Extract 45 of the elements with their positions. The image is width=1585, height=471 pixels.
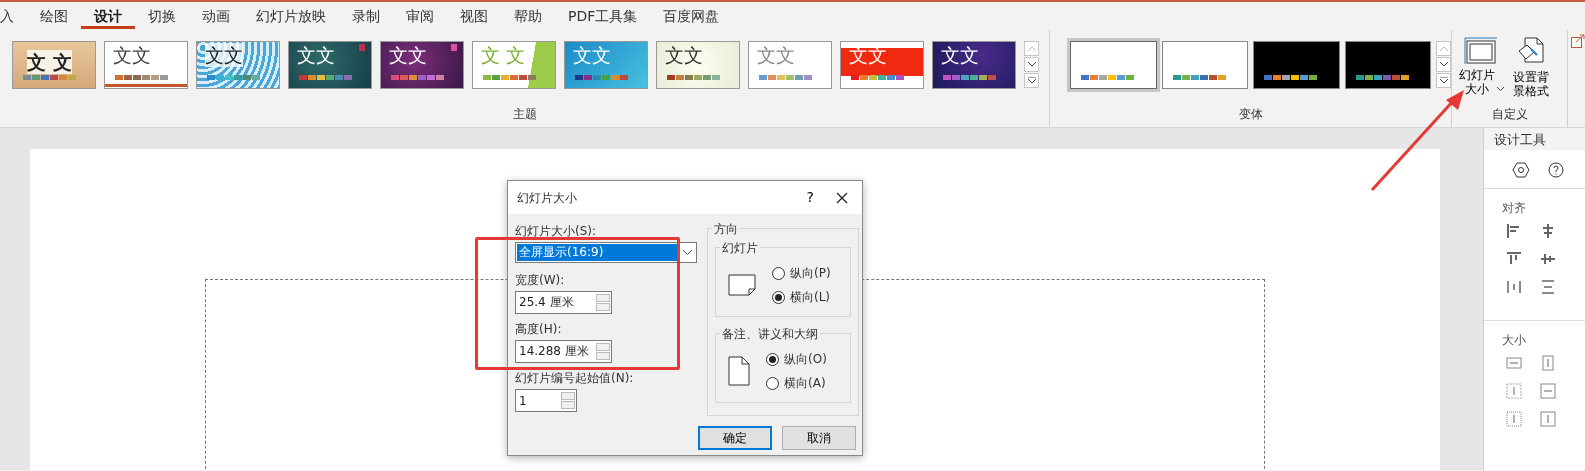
group-label: 主题 <box>512 106 537 123</box>
dialog-title: 幻灯片大小 <box>517 189 578 207</box>
dialog-button[interactable]: 确定 <box>698 426 772 450</box>
ribbon-tab[interactable]: 绘图 <box>27 2 81 30</box>
theme-thumbnail[interactable]: 文文 <box>288 41 372 89</box>
group-title: 备注、讲义和大纲 <box>720 325 820 343</box>
ribbon-tab[interactable]: 动画 <box>189 2 243 30</box>
group-title: 方向 <box>712 220 740 238</box>
ribbon-tab[interactable]: 入 <box>0 2 27 30</box>
ribbon-tab[interactable]: 视图 <box>447 2 501 30</box>
size-dropdown[interactable]: 全屏显示(16:9) <box>515 242 697 263</box>
ribbon-tab[interactable]: 审阅 <box>393 2 447 30</box>
dialog-button[interactable]: 取消 <box>782 426 856 450</box>
radio-option[interactable]: 纵向(O) <box>766 347 827 371</box>
section-title: 对齐 <box>1501 200 1527 217</box>
field-label: 幻灯片大小(S): <box>515 224 598 239</box>
radio-option[interactable]: 横向(A) <box>766 371 827 395</box>
field-label: 宽度(W): <box>515 273 566 288</box>
radio-option[interactable]: 纵向(P) <box>772 261 831 285</box>
section-title: 大小 <box>1501 332 1527 349</box>
group-title: 幻灯片 <box>720 239 760 257</box>
pane-title: 设计工具 <box>1484 128 1585 150</box>
ribbon-button[interactable]: 设置背景格式 <box>1508 37 1554 98</box>
field-label: 幻灯片编号起始值(N): <box>515 371 635 386</box>
help-button[interactable]: ? <box>806 187 814 208</box>
group-label: 自定义 <box>1491 106 1528 123</box>
ribbon-tab[interactable]: 幻灯片放映 <box>243 2 339 30</box>
theme-thumbnail[interactable]: 文文 <box>104 41 188 89</box>
theme-thumbnail[interactable]: 文文 <box>380 41 464 89</box>
ribbon-tab[interactable]: PDF工具集 <box>555 2 651 30</box>
field-label: 高度(H): <box>515 322 563 337</box>
ribbon-tab[interactable]: 帮助 <box>501 2 555 30</box>
theme-thumbnail[interactable]: 文文 <box>840 41 924 89</box>
theme-thumbnail[interactable]: 文 文 <box>12 41 96 89</box>
theme-thumbnail[interactable]: 文文 <box>748 41 832 89</box>
group-label: 变体 <box>1238 106 1263 123</box>
theme-thumbnail[interactable]: 文文 <box>656 41 740 89</box>
ribbon-tab[interactable]: 切换 <box>135 2 189 30</box>
theme-thumbnail[interactable]: 文文 <box>932 41 1016 89</box>
ribbon-tab[interactable]: 百度网盘 <box>650 2 733 30</box>
ribbon-button[interactable]: 幻灯片大小 <box>1458 37 1504 96</box>
ribbon-tab[interactable]: 录制 <box>339 2 393 30</box>
ribbon-tab[interactable]: 设计 <box>81 3 135 29</box>
radio-option[interactable]: 横向(L) <box>772 285 831 309</box>
theme-thumbnail[interactable]: 文文 <box>196 41 280 89</box>
